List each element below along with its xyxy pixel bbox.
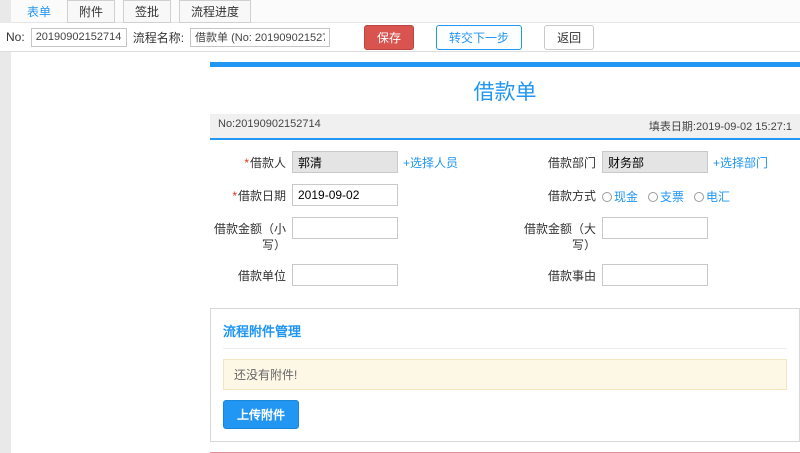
form-fields: *借款人 +选择人员 借款部门 +选择部门 *借款日期	[210, 140, 800, 300]
form-date: 填表日期:2019-09-02 15:27:1	[648, 121, 792, 133]
loan-method-radios: 现金 支票 电汇	[602, 183, 800, 205]
loan-reason-input[interactable]	[602, 264, 708, 287]
loan-form-card: 借款单 No:20190902152714 填表日期:2019-09-02 15…	[210, 62, 800, 300]
tab-attachments[interactable]: 附件	[67, 0, 116, 23]
loan-method-label: 借款方式	[547, 189, 596, 203]
left-gutter	[0, 52, 11, 453]
select-person-link[interactable]: +选择人员	[403, 154, 458, 171]
next-step-button[interactable]: 转交下一步	[436, 24, 523, 50]
save-button[interactable]: 保存	[364, 24, 415, 50]
left-gutter-top	[0, 0, 11, 23]
borrower-input[interactable]	[292, 151, 398, 173]
radio-icon	[648, 191, 659, 202]
form-row: 借款金额（小写） 借款金额（大写）	[210, 216, 800, 253]
radio-cash[interactable]: 现金	[602, 188, 638, 205]
required-mark: *	[244, 156, 249, 170]
radio-icon	[694, 191, 705, 202]
radio-icon	[602, 191, 612, 202]
process-toolbar: No: 流程名称: 保存 转交下一步 返回	[0, 23, 800, 52]
amount-big-input[interactable]	[602, 217, 708, 239]
process-name-label: 流程名称:	[132, 30, 185, 45]
attachments-section: 流程附件管理 还没有附件! 上传附件	[210, 308, 800, 443]
amount-big-label: 借款金额（大写）	[523, 222, 596, 253]
loan-date-label: *借款日期	[232, 189, 286, 203]
top-tab-bar: 表单 附件 签批 流程进度	[11, 0, 800, 23]
no-label: No:	[6, 30, 25, 44]
required-mark: *	[232, 189, 237, 203]
tab-form[interactable]: 表单	[19, 1, 59, 22]
loan-date-input[interactable]	[292, 184, 398, 206]
select-department-link[interactable]: +选择部门	[713, 154, 768, 171]
main-panel: 借款单 No:20190902152714 填表日期:2019-09-02 15…	[210, 62, 800, 453]
amount-small-input[interactable]	[292, 217, 398, 239]
no-attachments-notice: 还没有附件!	[223, 359, 787, 391]
loan-reason-label: 借款事由	[547, 269, 596, 284]
page-title: 借款单	[473, 81, 537, 104]
process-name-input[interactable]	[190, 27, 331, 47]
tab-approval[interactable]: 签批	[123, 0, 172, 23]
radio-check[interactable]: 支票	[648, 188, 684, 205]
department-input[interactable]	[602, 151, 708, 173]
form-meta-bar: No:20190902152714 填表日期:2019-09-02 15:27:…	[210, 114, 800, 140]
form-row: 借款单位 借款事由	[210, 263, 800, 287]
department-label: 借款部门	[547, 156, 596, 170]
loan-unit-label: 借款单位	[237, 269, 286, 284]
back-button[interactable]: 返回	[544, 24, 595, 50]
form-row: *借款人 +选择人员 借款部门 +选择部门	[210, 150, 800, 173]
no-input[interactable]	[30, 27, 127, 47]
tab-progress[interactable]: 流程进度	[179, 0, 252, 23]
radio-wire[interactable]: 电汇	[694, 188, 730, 205]
form-number: No:20190902152714	[218, 118, 321, 130]
upload-attachment-button[interactable]: 上传附件	[223, 400, 300, 430]
form-row: *借款日期 借款方式 现金 支票 电汇	[210, 183, 800, 206]
loan-unit-input[interactable]	[292, 264, 398, 287]
attachments-title: 流程附件管理	[223, 317, 787, 350]
amount-small-label: 借款金额（小写）	[213, 222, 286, 253]
app-window: 表单 附件 签批 流程进度 No: 流程名称: 保存 转交下一步 返回 借款单 …	[0, 0, 800, 453]
borrower-label: *借款人	[244, 156, 286, 170]
